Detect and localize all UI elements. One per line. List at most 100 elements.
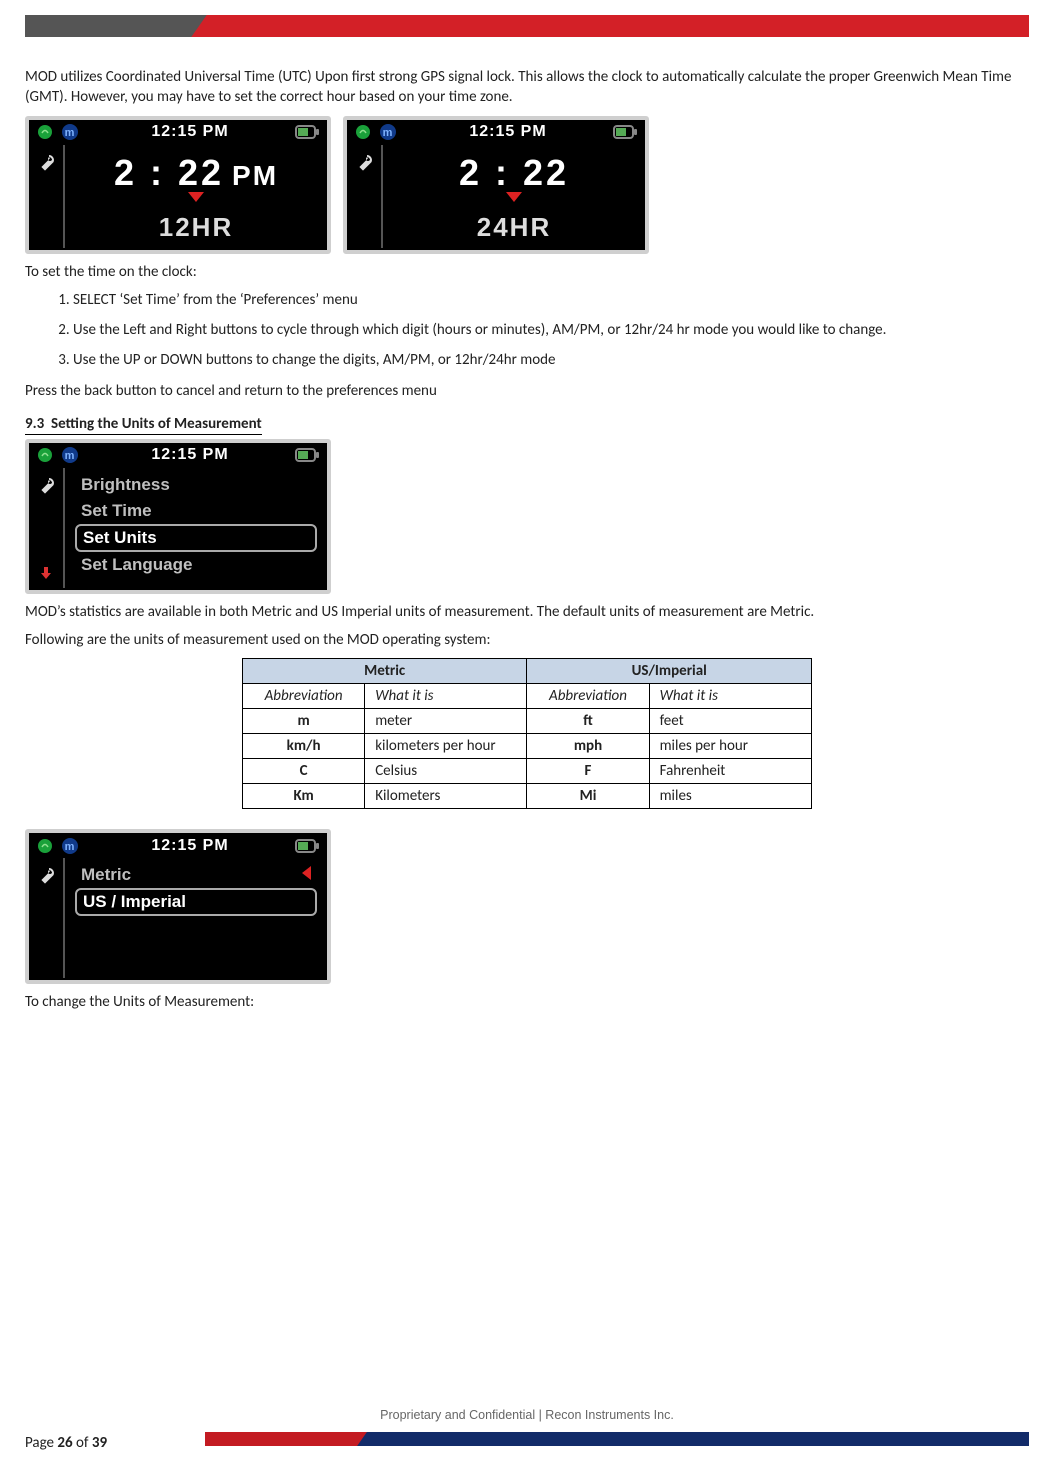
units-paragraph-1: MOD’s statistics are available in both M…: [25, 602, 1029, 622]
paragraph-utc: MOD utilizes Coordinated Universal Time …: [25, 67, 1029, 108]
battery-icon: [613, 125, 637, 139]
gps-icon: [355, 124, 371, 140]
cell: miles per hour: [649, 734, 811, 759]
footer-page-of: of: [73, 1434, 92, 1452]
header-color-bar: [25, 15, 1029, 37]
set-time-step-2: Use the Left and Right buttons to cycle …: [73, 320, 1029, 340]
clock-time: 2 : 22 PM: [114, 152, 278, 193]
prefs-item-set-units-label: Set Units: [83, 528, 157, 548]
footer-bar-red: [205, 1432, 355, 1446]
units-item-metric: Metric: [75, 862, 317, 888]
units-table: Metric US/Imperial Abbreviation What it …: [242, 658, 812, 809]
device-header-time: 12:15 PM: [85, 446, 295, 464]
press-back-note: Press the back button to cancel and retu…: [25, 381, 1029, 401]
footer-center-text: Proprietary and Confidential | Recon Ins…: [0, 1408, 1054, 1422]
menu-m-icon: m: [379, 123, 397, 141]
units-th-metric: Metric: [243, 659, 527, 684]
cell: feet: [649, 709, 811, 734]
table-row: km/h kilometers per hour mph miles per h…: [243, 734, 812, 759]
cell: miles: [649, 784, 811, 809]
svg-text:m: m: [65, 841, 76, 853]
device-left-rail: [29, 468, 63, 588]
device-left-rail: [347, 145, 381, 248]
cell: Kilometers: [365, 784, 527, 809]
footer-bar-navy: [355, 1432, 1029, 1446]
set-time-steps: SELECT ‘Set Time’ from the ‘Preferences’…: [45, 290, 1029, 371]
clock-12-ampm: PM: [232, 160, 278, 191]
units-sub-abbr-i: Abbreviation: [527, 684, 649, 709]
section-title: Setting the Units of Measurement: [51, 415, 262, 433]
prefs-item-brightness: Brightness: [75, 472, 317, 498]
prefs-item-set-units-selected: Set Units: [75, 524, 317, 552]
units-th-imperial: US/Imperial: [527, 659, 812, 684]
header-bar-red: [210, 15, 1029, 37]
wrench-icon: [354, 153, 374, 173]
device-header-time: 12:15 PM: [85, 123, 295, 141]
footer-page-prefix: Page: [25, 1434, 57, 1452]
cell: Km: [243, 784, 365, 809]
clock-12-value: 2 : 22: [114, 152, 224, 193]
footer-page-current: 26: [57, 1434, 72, 1452]
menu-m-icon: m: [61, 446, 79, 464]
header-bar-gray: [25, 15, 210, 37]
change-units-intro: To change the Units of Measurement:: [25, 992, 1029, 1012]
gps-icon: [37, 124, 53, 140]
battery-icon: [295, 839, 319, 853]
svg-text:m: m: [383, 127, 394, 139]
device-left-rail: [29, 145, 63, 248]
clock-mode-12hr: 12HR: [75, 212, 317, 243]
table-row: Abbreviation What it is Abbreviation Wha…: [243, 684, 812, 709]
cell: ft: [527, 709, 649, 734]
units-menu-list: Metric US / Imperial: [65, 858, 327, 978]
menu-m-icon: m: [61, 123, 79, 141]
prefs-item-set-time: Set Time: [75, 498, 317, 524]
cell: mph: [527, 734, 649, 759]
prefs-item-set-language: Set Language: [75, 552, 317, 578]
cell: Celsius: [365, 759, 527, 784]
clock-display-24hr: 2 : 22: [393, 149, 635, 191]
device-status-bar: m 12:15 PM: [29, 443, 327, 468]
units-item-metric-label: Metric: [81, 865, 131, 885]
device-main-12hr: 2 : 22 PM 12HR: [65, 145, 327, 248]
device-status-bar: m 12:15 PM: [29, 833, 327, 858]
section-number: 9.3: [25, 415, 44, 433]
clock-mode-24hr: 24HR: [393, 212, 635, 243]
section-9-3-heading: 9.3 Setting the Units of Measurement: [25, 415, 1029, 435]
battery-icon: [295, 448, 319, 462]
cell: Fahrenheit: [649, 759, 811, 784]
units-item-imperial-selected: US / Imperial: [75, 888, 317, 916]
set-time-step-1: SELECT ‘Set Time’ from the ‘Preferences’…: [73, 290, 1029, 310]
cell: C: [243, 759, 365, 784]
cell: meter: [365, 709, 527, 734]
cell: Mi: [527, 784, 649, 809]
units-sub-what-m: What it is: [365, 684, 527, 709]
svg-text:m: m: [65, 127, 76, 139]
selector-caret-icon: [75, 189, 317, 206]
device-status-bar: m 12:15 PM: [29, 120, 327, 145]
device-header-time: 12:15 PM: [85, 837, 295, 855]
device-left-rail: [29, 858, 63, 978]
arrow-down-icon: [39, 566, 53, 580]
screenshot-12hr: m 12:15 PM 2 : 22 PM: [25, 116, 331, 254]
footer-page-number: Page 26 of 39: [25, 1434, 107, 1452]
set-time-step-3: Use the UP or DOWN buttons to change the…: [73, 350, 1029, 370]
set-time-intro: To set the time on the clock:: [25, 262, 1029, 282]
screenshot-units-menu: m 12:15 PM Metric: [25, 829, 331, 984]
device-header-time: 12:15 PM: [403, 123, 613, 141]
prefs-menu-list: Brightness Set Time Set Units Set Langua…: [65, 468, 327, 588]
screenshot-row-clock: m 12:15 PM 2 : 22 PM: [25, 116, 1029, 254]
cell: m: [243, 709, 365, 734]
units-sub-abbr-m: Abbreviation: [243, 684, 365, 709]
units-item-imperial-label: US / Imperial: [83, 892, 186, 912]
page: MOD utilizes Coordinated Universal Time …: [0, 0, 1054, 1470]
units-paragraph-2: Following are the units of measurement u…: [25, 630, 1029, 650]
table-row: m meter ft feet: [243, 709, 812, 734]
cell: kilometers per hour: [365, 734, 527, 759]
clock-display-12hr: 2 : 22 PM: [75, 149, 317, 191]
left-nav-icon: [302, 865, 311, 885]
cell: km/h: [243, 734, 365, 759]
cell: F: [527, 759, 649, 784]
device-main-24hr: 2 : 22 24HR: [383, 145, 645, 248]
wrench-icon: [36, 476, 56, 496]
clock-24-value: 2 : 22: [459, 152, 569, 193]
